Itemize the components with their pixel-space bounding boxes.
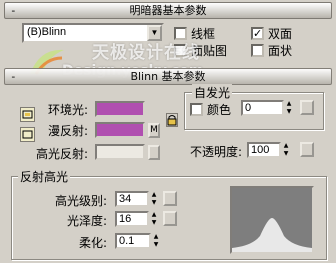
self-illum-color-checkbox[interactable]: 颜色 xyxy=(190,101,231,118)
soften-label: 柔化: xyxy=(79,236,108,250)
soften-input[interactable]: 0.1 xyxy=(115,233,151,249)
specular-level-label: 高光级别: xyxy=(55,194,108,208)
glossiness-input[interactable]: 16 xyxy=(115,211,149,227)
glossiness-spinner[interactable]: ▲ ▼ xyxy=(150,211,158,227)
shader-basic-params-header[interactable]: - 明暗器基本参数 xyxy=(4,2,332,19)
watermark-text-cn: 天极设计在线 xyxy=(92,43,200,63)
ambient-color-swatch[interactable] xyxy=(95,101,145,117)
diffuse-map-button[interactable]: M xyxy=(148,123,160,138)
lock-icon[interactable] xyxy=(166,113,178,127)
opacity-label: 不透明度: xyxy=(190,145,243,159)
glossiness-label: 光泽度: xyxy=(67,214,108,228)
specular-label: 高光反射: xyxy=(36,147,89,161)
self-illumination-title: 自发光 xyxy=(192,84,233,101)
soften-spinner[interactable]: ▲ ▼ xyxy=(152,233,160,249)
opacity-spinner[interactable]: ▲ ▼ xyxy=(282,142,290,158)
self-illum-color-label: 颜色 xyxy=(207,103,232,117)
specular-level-spinner[interactable]: ▲ ▼ xyxy=(150,191,158,207)
faceted-checkbox-box[interactable] xyxy=(251,44,264,57)
faceted-label: 面状 xyxy=(268,44,293,58)
self-illum-amount-spinner[interactable]: ▲ ▼ xyxy=(285,100,293,116)
glossiness-map-button[interactable] xyxy=(163,211,177,226)
opacity-map-button[interactable] xyxy=(300,142,314,157)
specular-map-button[interactable] xyxy=(148,145,160,160)
highlight-curve-icon xyxy=(232,218,312,252)
self-illum-amount-input[interactable]: 0 xyxy=(241,100,284,116)
rollout-title: 明暗器基本参数 xyxy=(129,4,207,17)
opacity-input[interactable]: 100 xyxy=(247,142,281,158)
shader-type-value: (B)Blinn xyxy=(27,26,67,38)
specular-color-swatch[interactable] xyxy=(95,144,145,160)
rollout-title: Blinn 基本参数 xyxy=(130,70,206,83)
two-sided-checkbox[interactable]: ✓ 双面 xyxy=(251,25,292,42)
ambient-diffuse-lock-icon[interactable] xyxy=(20,107,35,122)
rollout-toggle[interactable]: - xyxy=(10,3,17,18)
diffuse-color-swatch[interactable] xyxy=(95,122,145,138)
rollout-toggle[interactable]: - xyxy=(10,69,17,84)
ambient-label: 环境光: xyxy=(48,103,89,117)
two-sided-label: 双面 xyxy=(268,27,293,41)
specular-level-input[interactable]: 34 xyxy=(115,191,149,207)
self-illum-map-button[interactable] xyxy=(300,100,314,115)
specular-highlights-title: 反射高光 xyxy=(18,168,71,185)
blinn-basic-params-header[interactable]: - Blinn 基本参数 xyxy=(4,68,332,85)
diffuse-label: 漫反射: xyxy=(48,124,89,138)
self-illum-color-checkbox-box[interactable] xyxy=(190,103,203,116)
specular-level-map-button[interactable] xyxy=(163,191,177,206)
faceted-checkbox[interactable]: 面状 xyxy=(251,42,292,59)
specular-highlight-graph xyxy=(230,186,314,254)
checkmark-icon[interactable]: ✓ xyxy=(251,27,264,40)
diffuse-specular-lock-icon[interactable] xyxy=(20,127,35,142)
